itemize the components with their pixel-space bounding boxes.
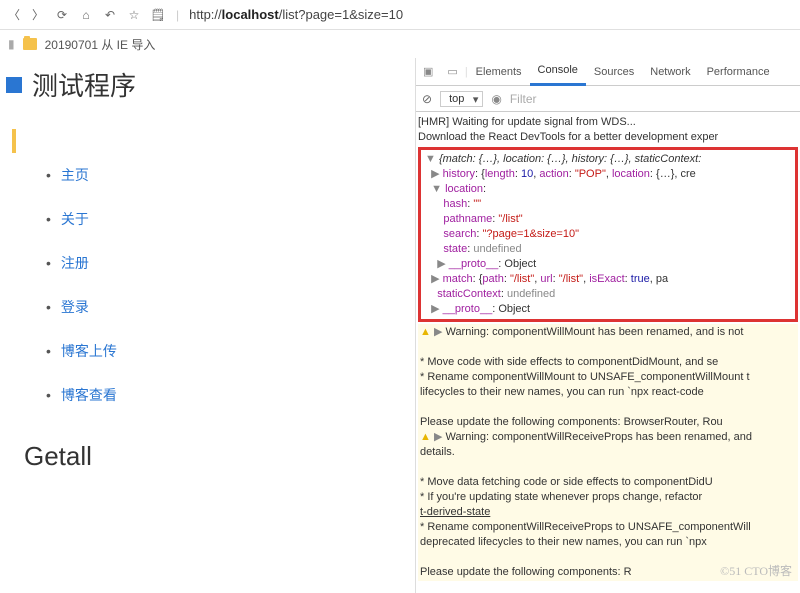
tab-console[interactable]: Console [530,58,586,86]
tab-performance[interactable]: Performance [699,58,778,86]
eye-icon[interactable]: ◉ [491,92,501,106]
console-output: [HMR] Waiting for update signal from WDS… [416,112,800,593]
highlight-box: ▼ {match: {…}, location: {…}, history: {… [418,147,798,322]
favorite-folder[interactable]: 20190701 从 IE 导入 [45,36,156,53]
device-icon[interactable]: ▭ [440,65,464,78]
nav-register[interactable]: 注册 [61,253,89,273]
nav-about[interactable]: 关于 [61,209,89,229]
filter-input[interactable]: Filter [510,92,537,106]
nav-buttons: 〈 〉 ⟳ ⌂ ↶ ☆ 🗒 [6,6,166,23]
star-icon[interactable]: ☆ [126,8,142,22]
log-line: [HMR] Waiting for update signal from WDS… [418,115,798,130]
browser-toolbar: 〈 〉 ⟳ ⌂ ↶ ☆ 🗒 | http://localhost/list?pa… [0,0,800,30]
tab-network[interactable]: Network [642,58,698,86]
app-title: 测试程序 [32,66,136,103]
context-select[interactable]: top [440,91,483,107]
devtools-tabs: ▣ ▭ | Elements Console Sources Network P… [416,58,800,86]
tab-sources[interactable]: Sources [586,58,642,86]
forward-icon[interactable]: 〉 [30,6,46,23]
devtools-panel: ▣ ▭ | Elements Console Sources Network P… [416,58,800,593]
nav-login[interactable]: 登录 [61,297,89,317]
console-toolbar: ⊘ top ◉ Filter [416,86,800,112]
refresh-icon[interactable]: ⟳ [54,8,70,22]
undo-icon[interactable]: ↶ [102,8,118,22]
divider: | [176,8,179,22]
favorites-bar: ▮ 20190701 从 IE 导入 [0,30,800,58]
home-icon[interactable]: ⌂ [78,8,94,22]
clear-icon[interactable]: ⊘ [422,92,432,106]
watermark: ©51 CTO博客 [720,562,792,579]
accent-bar [12,129,16,153]
section-heading: Getall [6,417,415,472]
nav-home[interactable]: 主页 [61,165,89,185]
inspect-icon[interactable]: ▣ [416,65,440,78]
bookmark-handle[interactable]: ▮ [8,37,15,51]
tab-elements[interactable]: Elements [468,58,530,86]
page-content: 测试程序 主页 关于 注册 登录 博客上传 博客查看 Getall [0,58,416,593]
nav-view[interactable]: 博客查看 [61,385,117,405]
app-icon [6,77,22,93]
note-icon[interactable]: 🗒 [150,8,166,22]
nav-upload[interactable]: 博客上传 [61,341,117,361]
address-bar[interactable]: http://localhost/list?page=1&size=10 [189,7,794,22]
folder-icon [23,38,37,50]
back-icon[interactable]: 〈 [6,6,22,23]
log-line: Download the React DevTools for a better… [418,130,798,145]
nav-list: 主页 关于 注册 登录 博客上传 博客查看 [6,153,415,417]
